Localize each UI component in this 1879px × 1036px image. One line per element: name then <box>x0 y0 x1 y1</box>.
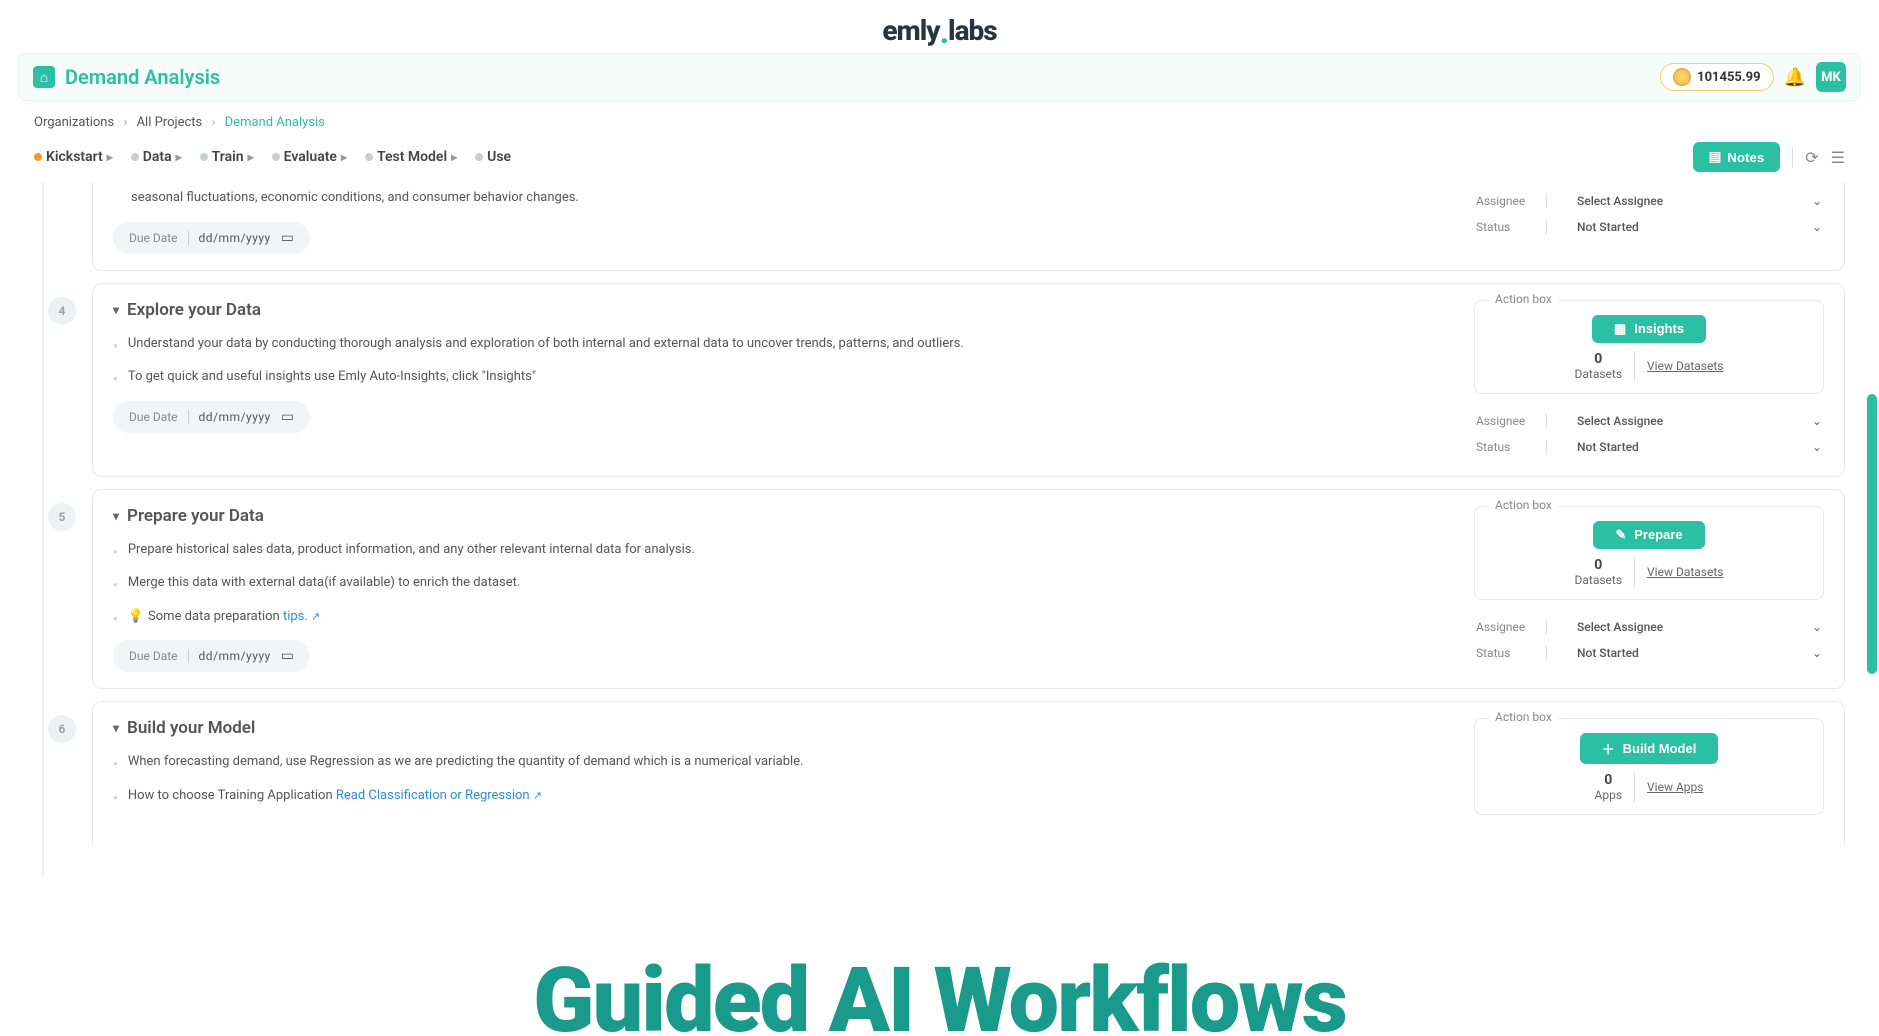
refresh-icon[interactable]: ⟳ <box>1805 148 1818 167</box>
notes-button[interactable]: ▤ Notes <box>1693 142 1781 172</box>
tab-evaluate[interactable]: Evaluate▸ <box>272 149 347 165</box>
status-select[interactable]: Status Not Started ⌄ <box>1474 214 1824 240</box>
step-number-6: 6 <box>48 715 76 743</box>
page-title: Demand Analysis <box>65 65 220 89</box>
view-datasets-link[interactable]: View Datasets <box>1647 359 1723 373</box>
step-6-card: ▾ Build your Model When forecasting dema… <box>92 701 1845 845</box>
step-5-card: ▾ Prepare your Data Prepare historical s… <box>92 489 1845 690</box>
external-link-icon: ↗ <box>533 789 542 802</box>
action-box: Action box ▦ Insights 0 Datasets View Da… <box>1474 300 1824 394</box>
app-logo: emly.labs <box>0 0 1879 53</box>
tab-test-model[interactable]: Test Model▸ <box>365 149 457 165</box>
tab-kickstart[interactable]: Kickstart▸ <box>34 149 113 165</box>
tips-link[interactable]: tips. <box>283 609 308 624</box>
chevron-down-icon: ⌄ <box>1812 414 1822 428</box>
step-number-4: 4 <box>48 297 76 325</box>
status-select[interactable]: Status Not Started ⌄ <box>1474 640 1824 666</box>
step-3-card: seasonal fluctuations, economic conditio… <box>92 182 1845 271</box>
due-date-input[interactable]: Due Date dd/mm/yyyy ▭ <box>113 222 310 254</box>
breadcrumb-projects[interactable]: All Projects <box>137 115 203 130</box>
classification-link[interactable]: Read Classification or Regression <box>336 788 530 803</box>
assignee-select[interactable]: Assignee Select Assignee ⌄ <box>1474 408 1824 434</box>
tab-use[interactable]: Use <box>475 149 511 165</box>
tabs-row: Kickstart▸ Data▸ Train▸ Evaluate▸ Test Model… <box>0 138 1879 182</box>
chevron-down-icon: ⌄ <box>1812 440 1822 454</box>
prepare-button[interactable]: ✎ Prepare <box>1593 521 1704 549</box>
calendar-icon: ▭ <box>281 230 294 246</box>
breadcrumb: Organizations › All Projects › Demand An… <box>0 101 1879 138</box>
chevron-down-icon: ▾ <box>113 721 119 735</box>
notes-icon: ▤ <box>1709 149 1722 165</box>
coin-icon <box>1673 68 1691 86</box>
avatar[interactable]: MK <box>1816 62 1846 92</box>
chevron-down-icon: ⌄ <box>1812 194 1822 208</box>
list-icon[interactable]: ☰ <box>1831 148 1845 167</box>
calendar-icon: ▭ <box>281 648 294 664</box>
breadcrumb-org[interactable]: Organizations <box>34 115 114 130</box>
edit-icon: ✎ <box>1615 527 1626 543</box>
insights-icon: ▦ <box>1614 321 1626 337</box>
overlay-title: Guided AI Workflows <box>0 956 1879 1036</box>
action-box: Action box ＋ Build Model 0 Apps View App… <box>1474 718 1824 815</box>
view-datasets-link[interactable]: View Datasets <box>1647 565 1723 579</box>
header-bar: ⌂ Demand Analysis 101455.99 🔔 MK <box>18 53 1861 101</box>
scrollbar-thumb[interactable] <box>1867 394 1877 674</box>
view-apps-link[interactable]: View Apps <box>1647 780 1703 794</box>
step-6-title[interactable]: ▾ Build your Model <box>113 718 1454 738</box>
tab-train[interactable]: Train▸ <box>200 149 254 165</box>
step-4-title[interactable]: ▾ Explore your Data <box>113 300 1454 320</box>
chevron-down-icon: ▾ <box>113 303 119 317</box>
due-date-input[interactable]: Due Date dd/mm/yyyy ▭ <box>113 640 310 672</box>
step-4-card: ▾ Explore your Data Understand your data… <box>92 283 1845 477</box>
chevron-down-icon: ⌄ <box>1812 220 1822 234</box>
step-number-5: 5 <box>48 503 76 531</box>
build-model-button[interactable]: ＋ Build Model <box>1580 733 1719 764</box>
home-icon[interactable]: ⌂ <box>33 66 55 88</box>
chevron-down-icon: ⌄ <box>1812 620 1822 634</box>
step-5-title[interactable]: ▾ Prepare your Data <box>113 506 1454 526</box>
credits-badge[interactable]: 101455.99 <box>1660 63 1773 91</box>
assignee-select[interactable]: Assignee Select Assignee ⌄ <box>1474 614 1824 640</box>
chevron-down-icon: ⌄ <box>1812 646 1822 660</box>
status-select[interactable]: Status Not Started ⌄ <box>1474 434 1824 460</box>
assignee-select[interactable]: Assignee Select Assignee ⌄ <box>1474 188 1824 214</box>
breadcrumb-current: Demand Analysis <box>225 115 325 130</box>
external-link-icon: ↗ <box>311 610 320 623</box>
chevron-down-icon: ▾ <box>113 509 119 523</box>
bell-icon[interactable]: 🔔 <box>1784 67 1806 88</box>
action-box: Action box ✎ Prepare 0 Datasets View Dat… <box>1474 506 1824 600</box>
plus-icon: ＋ <box>1602 739 1615 758</box>
due-date-input[interactable]: Due Date dd/mm/yyyy ▭ <box>113 401 310 433</box>
calendar-icon: ▭ <box>281 409 294 425</box>
insights-button[interactable]: ▦ Insights <box>1592 315 1706 343</box>
tab-data[interactable]: Data▸ <box>131 149 182 165</box>
